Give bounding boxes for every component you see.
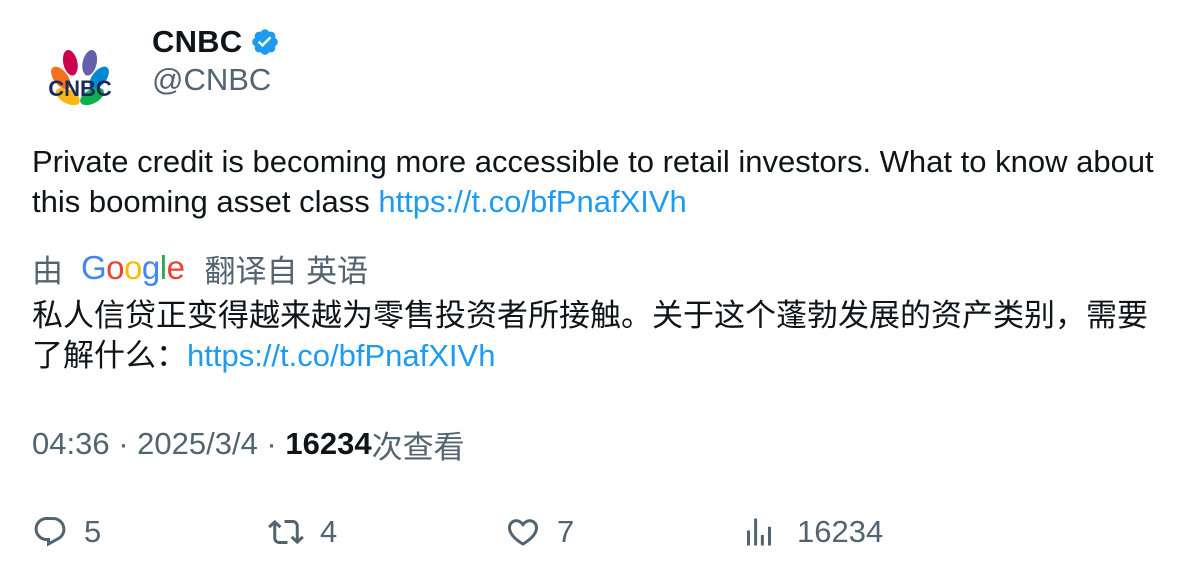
tweet-date[interactable]: 2025/3/4 — [137, 426, 258, 462]
meta-separator: · — [109, 426, 138, 461]
views-count: 16234 — [285, 426, 372, 461]
meta-separator-2: · — [257, 426, 286, 461]
translation-attribution: 由 Google 翻译自 英语 — [32, 248, 369, 289]
analytics-icon — [741, 514, 777, 550]
translation-suffix: 翻译自 英语 — [204, 253, 369, 289]
google-logo-icon[interactable]: Google — [81, 249, 185, 287]
views-label: 次查看 — [371, 429, 465, 465]
tweet-card: CNBC CNBC @CNBC Private credit is becomi… — [0, 0, 1196, 578]
translated-link[interactable]: https://t.co/bfPnafXIVh — [187, 338, 495, 373]
translated-text: 私人信贷正变得越来越为零售投资者所接触。关于这个蓬勃发展的资产类别，需要了解什么… — [32, 296, 1167, 376]
tweet-text: Private credit is becoming more accessib… — [32, 142, 1162, 222]
action-bar: 5 4 7 16234 — [32, 512, 1172, 552]
retweet-icon — [268, 514, 304, 550]
views-action-count: 16234 — [797, 514, 884, 549]
retweet-count: 4 — [320, 514, 338, 549]
cnbc-peacock-logo-icon: CNBC — [48, 50, 112, 106]
retweet-button[interactable]: 4 — [268, 512, 337, 552]
author-name-row: CNBC — [152, 22, 280, 62]
reply-icon — [32, 514, 68, 550]
views-button[interactable]: 16234 — [741, 512, 883, 552]
verified-badge-icon — [250, 27, 280, 57]
heart-icon — [505, 514, 541, 550]
display-name[interactable]: CNBC — [152, 24, 242, 60]
tweet-meta: 04:36 · 2025/3/4 · 16234 次查看 — [32, 424, 465, 465]
reply-button[interactable]: 5 — [32, 512, 101, 552]
tweet-time[interactable]: 04:36 — [32, 426, 110, 462]
like-count: 7 — [557, 514, 575, 549]
logo-text: CNBC — [48, 76, 112, 101]
translation-prefix: 由 — [32, 253, 63, 289]
like-button[interactable]: 7 — [505, 512, 574, 552]
tweet-link[interactable]: https://t.co/bfPnafXIVh — [378, 184, 686, 219]
reply-count: 5 — [84, 514, 102, 549]
handle[interactable]: @CNBC — [152, 62, 271, 98]
avatar[interactable]: CNBC — [32, 26, 128, 122]
